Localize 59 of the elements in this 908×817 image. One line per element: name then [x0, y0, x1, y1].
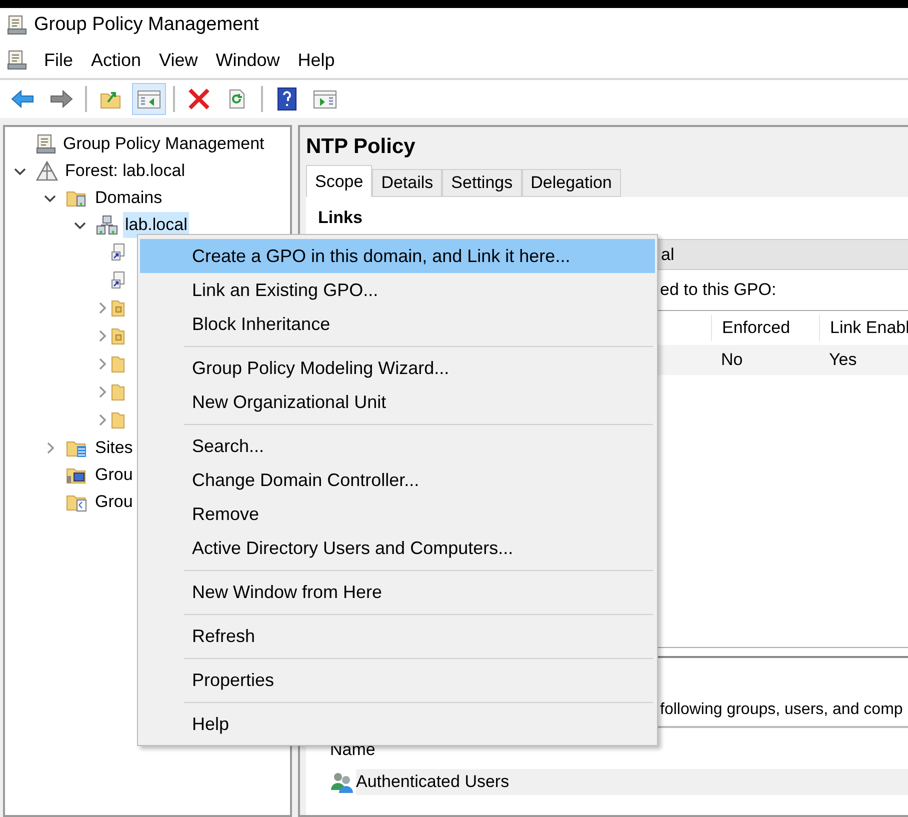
triangle-icon	[35, 160, 59, 182]
filtering-caption: following groups, users, and comp	[660, 700, 903, 720]
users-icon	[330, 770, 356, 794]
menu-item[interactable]: New Window from Here	[140, 575, 655, 609]
menu-item[interactable]: View	[151, 46, 206, 74]
server-icon	[95, 214, 119, 236]
menu-item[interactable]: Refresh	[140, 619, 655, 653]
menu-item[interactable]: Link an Existing GPO...	[140, 273, 655, 307]
app-icon	[6, 14, 28, 36]
section-heading: Links	[318, 207, 364, 229]
menu-item[interactable]: Create a GPO in this domain, and Link it here...	[140, 239, 655, 273]
table-cell-text: Yes	[828, 349, 858, 372]
tree-item[interactable]: Grou	[93, 462, 135, 488]
menu-item[interactable]: Properties	[140, 663, 655, 697]
close-x-icon	[187, 88, 211, 110]
tab[interactable]: Details	[372, 169, 442, 197]
tree-item[interactable]: Grou	[93, 488, 135, 514]
menu-item[interactable]: Group Policy Modeling Wizard...	[140, 351, 655, 385]
window-title: Group Policy Management	[34, 12, 259, 37]
tree-item[interactable]: Domains	[93, 184, 164, 210]
menu-item[interactable]: Help	[290, 46, 343, 74]
console-menu-icon	[6, 49, 28, 71]
tab[interactable]: Settings	[442, 169, 522, 197]
table-cell-text: No	[720, 349, 744, 372]
tree-item[interactable]: lab.local	[123, 212, 190, 238]
help-icon	[276, 87, 298, 111]
folder-icon	[111, 299, 125, 317]
menu-item[interactable]: Search...	[140, 429, 655, 463]
menu-item[interactable]: Window	[208, 46, 288, 74]
menu-item[interactable]: Block Inheritance	[140, 307, 655, 341]
folder-icon	[111, 411, 125, 429]
back-arrow-icon	[10, 88, 36, 110]
tree-item[interactable]: Group Policy Management	[61, 130, 266, 156]
folder-icon	[111, 327, 125, 345]
table-cell: Authenticated Users	[356, 769, 908, 795]
menu-item[interactable]: Remove	[140, 497, 655, 531]
tab[interactable]: Delegation	[522, 169, 621, 197]
menu-item[interactable]: Active Directory Users and Computers...	[140, 531, 655, 565]
pane-icon	[136, 88, 162, 110]
tree-item[interactable]: Forest: lab.local	[63, 158, 187, 184]
folder-icon	[111, 355, 125, 373]
tree-item[interactable]: Sites	[93, 434, 135, 460]
column-header[interactable]: Enforced	[711, 315, 819, 341]
folder-icon	[111, 383, 125, 401]
document-link-icon	[111, 271, 125, 289]
column-header[interactable]: Link Enabl	[819, 315, 908, 341]
tab[interactable]: Scope	[306, 165, 372, 197]
menu-item[interactable]: Change Domain Controller...	[140, 463, 655, 497]
links-caption: ed to this GPO:	[660, 279, 776, 302]
scroll-icon	[35, 132, 57, 154]
menu-item[interactable]: Help	[140, 707, 655, 741]
policy-title: NTP Policy	[306, 134, 416, 160]
menu-item[interactable]: New Organizational Unit	[140, 385, 655, 419]
forward-arrow-icon	[48, 88, 74, 110]
menu-item[interactable]: Action	[83, 46, 150, 74]
pane-icon	[312, 88, 338, 110]
menu-item[interactable]: File	[36, 46, 82, 74]
document-link-icon	[111, 243, 125, 261]
location-text: al	[661, 244, 674, 266]
